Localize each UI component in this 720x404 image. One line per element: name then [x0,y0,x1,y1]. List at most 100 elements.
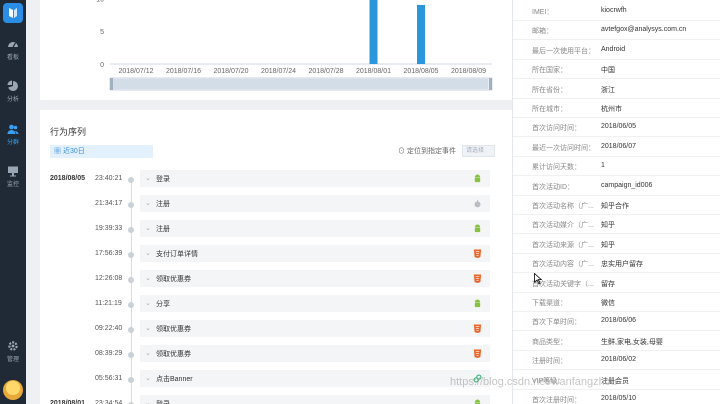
profile-field-value: 生鲜,家电,女装,母婴 [601,338,663,346]
event-row[interactable]: 2018/08/05 23:40:21 ⌄ 登录 [40,169,530,189]
chevron-down-icon[interactable]: ⌄ [145,399,151,404]
sidebar-item-dashboard[interactable]: 看板 [0,38,26,68]
profile-field-value: 2018/05/10 [601,395,637,402]
x-tick-label: 2018/07/28 [308,68,343,75]
bar[interactable] [369,0,378,64]
locate-event-label: ⊙ 定位到指定事件 [398,146,456,156]
profile-field: 最近一次访问时间： 2018/06/07 [513,138,720,157]
sidebar-item-settings[interactable]: 管理 [0,340,26,370]
timeline-dot [128,202,134,208]
zoom-slider-selection[interactable] [112,79,488,89]
event-item[interactable]: ⌄ 领取优惠券 [140,270,490,287]
profile-field-value: 忠实用户留存 [601,261,643,269]
profile-field-key: 所在城市： [532,106,567,113]
zoom-handle-left[interactable] [110,78,113,90]
profile-field: 下载渠道： 微信 [513,293,720,312]
timeline-dot [128,277,134,283]
sidebar-item-analysis[interactable]: 分析 [0,80,26,110]
event-item[interactable]: ⌄ 点击Banner [140,370,490,387]
zoom-handle-right[interactable] [489,78,492,90]
profile-field-value: 知乎 [601,241,615,249]
event-time: 17:56:39 [95,250,123,257]
timeline-dot [128,252,134,258]
users-icon [7,124,19,134]
profile-field-value: 杭州市 [601,106,622,113]
profile-field-key: 首次活动媒介（广... [532,222,594,230]
profile-field: 首次注册时间： 2018/05/10 [513,390,720,404]
x-tick-label: 2018/07/20 [213,68,248,75]
profile-field: 商品类型： 生鲜,家电,女装,母婴 [513,332,720,351]
sidebar-item-segment[interactable]: 分群 [0,123,26,153]
chevron-down-icon[interactable]: ⌄ [145,199,151,207]
profile-field-value: 知乎合作 [601,203,629,210]
timeline-dot [128,302,134,308]
event-row[interactable]: 11:21:19 ⌄ 分享 [40,294,530,314]
event-row[interactable]: 2018/08/01 23:34:54 ⌄ 登录 [40,394,530,404]
sidebar-item-label: 监控 [6,182,19,188]
chevron-down-icon[interactable]: ⌄ [145,249,151,257]
chevron-down-icon[interactable]: ⌄ [145,349,151,357]
profile-field-value: 1 [601,162,605,170]
event-row[interactable]: 09:22:40 ⌄ 领取优惠券 [40,319,530,339]
event-name: 注册 [156,201,170,208]
event-name: 注册 [156,226,170,233]
x-tick-label: 2018/08/01 [356,68,391,75]
event-row[interactable]: 08:39:29 ⌄ 领取优惠券 [40,344,530,364]
chevron-down-icon[interactable]: ⌄ [145,324,151,332]
profile-field-key: 首次活动名称（广... [532,203,594,210]
calendar-icon: ▦ [54,148,63,155]
dashboard-icon [8,42,18,48]
profile-field-key: 首次活动ID： [532,183,574,191]
event-row[interactable]: 17:56:39 ⌄ 支付订单详情 [40,244,530,264]
event-row[interactable]: 12:26:08 ⌄ 领取优惠券 [40,269,530,289]
chevron-down-icon[interactable]: ⌄ [145,374,151,382]
html5-icon [473,249,482,258]
profile-field: 首次活动媒介（广... 知乎 [513,215,720,235]
profile-field-value: kiocrwfh [601,7,627,14]
profile-field-key: 商品类型： [532,338,567,346]
profile-field-key: 所在省份： [532,86,567,94]
event-item[interactable]: ⌄ 领取优惠券 [140,345,490,362]
app-logo[interactable] [3,3,23,23]
profile-field-key: 首次活动内容（广... [532,261,594,269]
x-tick-label: 2018/08/05 [403,68,438,75]
profile-field-value: Android [601,45,626,53]
chevron-down-icon[interactable]: ⌄ [145,299,151,307]
event-time: 23:34:54 [95,400,123,404]
event-name: 支付订单详情 [156,251,198,258]
event-select[interactable]: 请选择 [462,145,495,157]
avatar[interactable] [3,380,23,400]
profile-field-value: 2018/06/05 [601,123,637,131]
event-item[interactable]: ⌄ 分享 [140,295,490,312]
event-row[interactable]: 19:39:33 ⌄ 注册 [40,219,530,239]
html5-icon [473,274,482,283]
chevron-down-icon[interactable]: ⌄ [145,174,151,182]
sidebar-item-label: 看板 [6,55,19,61]
event-name: 领取优惠券 [156,351,191,358]
profile-field-key: 累计访问天数： [532,164,581,172]
sidebar-item-monitor[interactable]: 监控 [0,165,26,195]
monitor-icon [8,166,18,177]
android-icon [474,174,481,183]
profile-field: 最后一次使用平台： Android [513,41,720,60]
event-item[interactable]: ⌄ 注册 [140,220,490,237]
date-range-picker[interactable]: ▦ 近30日 [50,145,153,158]
html5-icon [473,349,482,358]
event-item[interactable]: ⌄ 登录 [140,170,490,187]
x-tick-label: 2018/07/24 [261,68,296,75]
bar[interactable] [417,4,425,65]
chevron-down-icon[interactable]: ⌄ [145,224,151,232]
y-tick-label: 0 [100,62,104,69]
event-item[interactable]: ⌄ 领取优惠券 [140,320,490,337]
event-row[interactable]: 21:34:17 ⌄ 注册 [40,194,530,214]
sidebar-item-label: 管理 [6,357,19,363]
event-item[interactable]: ⌄ 登录 [140,395,490,404]
user-profile-panel: IMEI： kiocrwfh 邮箱： avtefgox@analysys.com.cn… [512,0,720,404]
event-item[interactable]: ⌄ 注册 [140,195,490,212]
android-icon [474,224,481,233]
section-title: 行为序列 [50,127,87,137]
chevron-down-icon[interactable]: ⌄ [145,274,151,282]
event-name: 领取优惠券 [156,326,191,333]
event-item[interactable]: ⌄ 支付订单详情 [140,245,490,262]
profile-field: IMEI： kiocrwfh [513,2,720,21]
